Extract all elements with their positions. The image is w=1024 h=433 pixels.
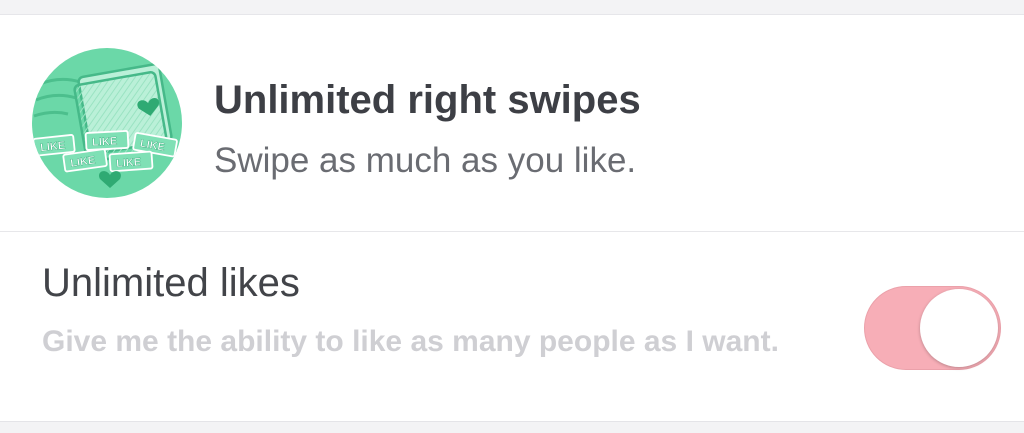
like-label-5: LIKE bbox=[116, 156, 142, 170]
top-divider bbox=[0, 0, 1024, 15]
bottom-divider bbox=[0, 422, 1024, 433]
like-cards-illustration-icon: LIKE LIKE LIKE LIKE LIKE bbox=[32, 48, 182, 198]
setting-title: Unlimited likes bbox=[42, 261, 300, 305]
screen: LIKE LIKE LIKE LIKE LIKE Unlimited right… bbox=[0, 0, 1024, 433]
feature-card: LIKE LIKE LIKE LIKE LIKE Unlimited right… bbox=[0, 15, 1024, 232]
feature-text: Unlimited right swipes Swipe as much as … bbox=[214, 77, 641, 181]
feature-title: Unlimited right swipes bbox=[214, 78, 641, 122]
like-label-2: LIKE bbox=[92, 135, 118, 148]
toggle-knob bbox=[920, 289, 998, 367]
feature-subtitle: Swipe as much as you like. bbox=[214, 141, 637, 180]
setting-description: Give me the ability to like as many peop… bbox=[42, 325, 779, 358]
unlimited-likes-setting-row: Unlimited likes Give me the ability to l… bbox=[0, 232, 1024, 422]
unlimited-likes-toggle[interactable] bbox=[864, 286, 1001, 370]
